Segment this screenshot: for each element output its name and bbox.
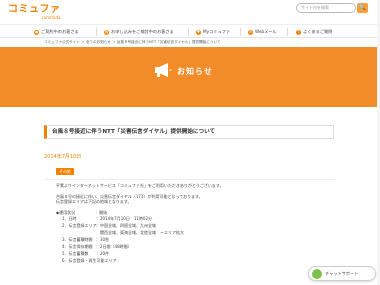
article: 台風８号接近に伴うNTT「災害伝言ダイヤル」提供開始について xyxy=(44,125,334,139)
user-icon: ● xyxy=(34,29,39,35)
nav-item-current-customers[interactable]: ● ご契約中のお客さま xyxy=(34,25,79,38)
detail-list: 1．日時 ：2014年7月10日 11時02分 2．伝言登録エリア ：中国全域、四国… xyxy=(56,215,336,264)
article-headline: 台風８号接近に伴うNTT「災害伝言ダイヤル」提供開始について xyxy=(44,125,334,139)
divider xyxy=(44,179,334,180)
logo-subtext: commufa xyxy=(41,15,61,20)
page-hero-banner xyxy=(0,47,380,107)
nav-item-faq[interactable]: ? よくあるご質問 xyxy=(296,25,332,38)
nav-item-prospective-customers[interactable]: ▤ お申し込みをご検討中のお客さま xyxy=(104,25,174,38)
chat-support-button[interactable]: チャットサポート xyxy=(308,266,376,281)
article-body: 平素よりインターネットサービス「コミュファ光」をご利用いただきありがとうございま… xyxy=(56,183,336,264)
top-header: コミュファ commufa サイト内を検索 🔍 xyxy=(0,0,380,24)
question-icon: ? xyxy=(296,29,301,35)
nav-item-webmail[interactable]: ✉ Webメール xyxy=(248,25,277,38)
detail-row: 1．日時 ：2014年7月10日 11時02分 xyxy=(62,216,152,222)
detail-row: 4．伝言保存期間 ：2日間（48時間） xyxy=(62,244,132,250)
mail-icon: ✉ xyxy=(248,29,253,35)
detail-row: 2．伝言登録エリア ：中国全域、四国全域、九州全域 xyxy=(62,223,156,229)
search-button[interactable]: 🔍 xyxy=(357,3,368,13)
detail-row: 6．伝言登録・再生可能エリア xyxy=(62,258,117,264)
heart-icon: ♥ xyxy=(196,29,201,35)
chat-icon xyxy=(312,269,322,279)
nav-divider xyxy=(96,28,97,36)
detail-row: 関西全域、東海全域、北陸全域 ーエリア拡大 xyxy=(96,230,184,236)
breadcrumb[interactable]: コミュファ公式サイト ＞ 全てのお知らせ ＞ 台風８号接近に伴うNTT「災害伝言… xyxy=(44,40,221,45)
page-title: お知らせ xyxy=(177,67,213,76)
detail-row: 3．伝言蓄積時間 ：30秒 xyxy=(62,237,110,243)
nav-divider xyxy=(188,28,189,36)
search-input[interactable]: サイト内を検索 xyxy=(296,3,356,13)
commufa-logo[interactable]: コミュファ commufa xyxy=(8,4,61,21)
megaphone-icon xyxy=(155,63,172,77)
category-badge: その他 xyxy=(56,168,74,175)
nav-item-my-commufa[interactable]: ♥ Myコミュファ xyxy=(196,25,230,38)
nav-divider xyxy=(287,28,288,36)
search-icon: 🔍 xyxy=(358,4,367,11)
main-nav: ● ご契約中のお客さま ▤ お申し込みをご検討中のお客さま ♥ Myコミュファ ✉ We… xyxy=(0,24,380,38)
document-icon: ▤ xyxy=(104,29,109,35)
logo-text: コミュファ xyxy=(8,4,61,15)
detail-row: 5．伝言蓄積数 ：20件 xyxy=(62,251,110,257)
nav-divider xyxy=(240,28,241,36)
article-date: 2014年7月10日 xyxy=(44,154,82,160)
